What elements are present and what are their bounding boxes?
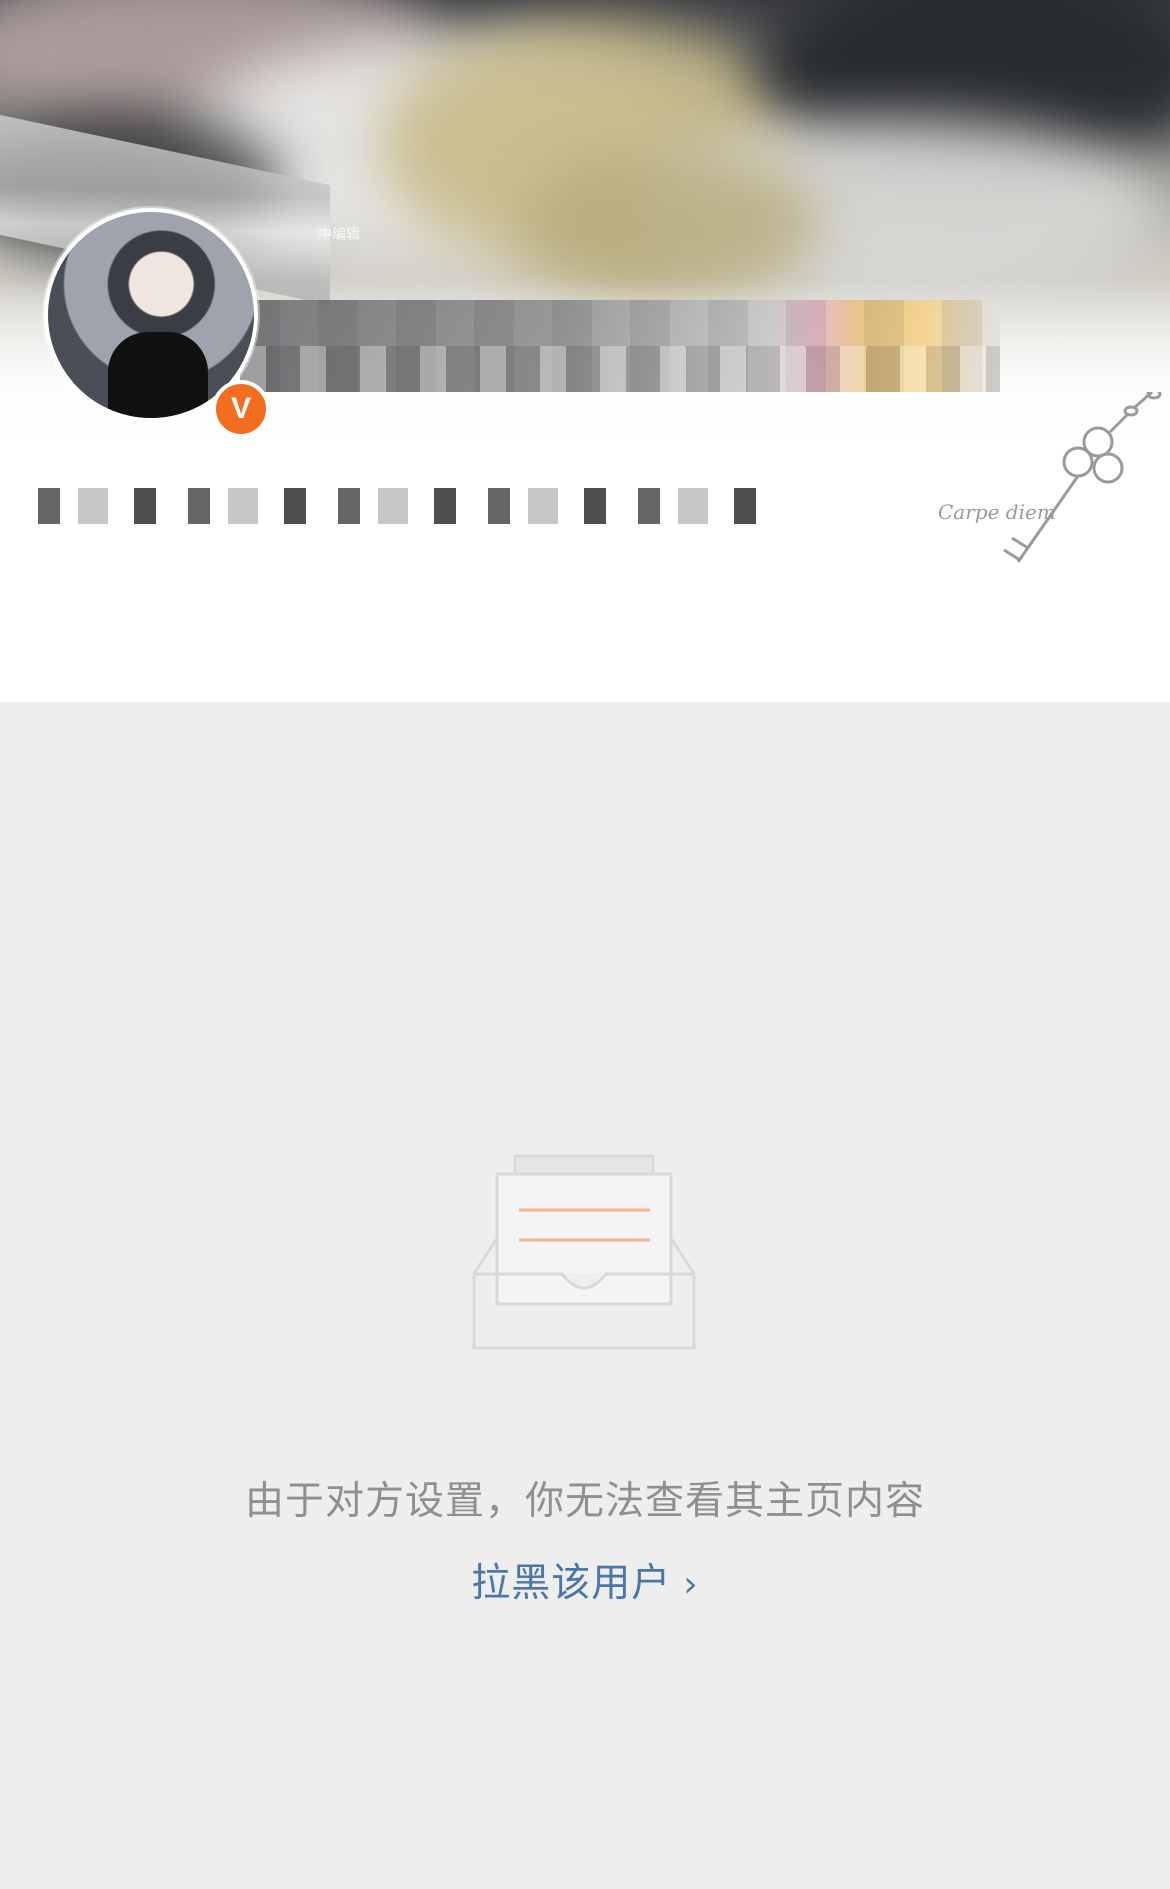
avatar-figure	[108, 332, 208, 418]
decor-text: Carpe diem	[938, 500, 1056, 524]
empty-inbox-icon	[472, 1154, 696, 1350]
cover-small-tag: 中编辑	[318, 227, 360, 243]
empty-state-message: 由于对方设置，你无法查看其主页内容	[244, 1479, 925, 1524]
cover-blur	[520, 150, 820, 300]
bio-mosaic	[38, 488, 758, 524]
chevron-right-icon[interactable]: ›	[683, 1564, 698, 1605]
block-user-label[interactable]: 拉黑该用户	[471, 1561, 671, 1606]
block-user-link[interactable]: 拉黑该用户 ›	[0, 1552, 1170, 1608]
key-decor-icon	[1003, 392, 1162, 563]
username-mosaic	[240, 300, 1000, 392]
verified-badge-icon: V	[212, 380, 270, 438]
